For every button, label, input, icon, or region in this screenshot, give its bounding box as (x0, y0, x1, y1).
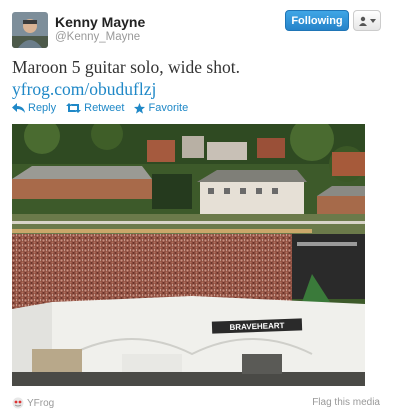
reply-button[interactable]: Reply (12, 102, 56, 114)
avatar[interactable] (12, 12, 48, 48)
avatar-photo (12, 12, 48, 48)
media-source-label: YFrog (27, 397, 55, 409)
user-icon (359, 16, 367, 26)
yfrog-logo-icon (12, 397, 24, 409)
reply-label: Reply (28, 102, 57, 114)
tweet-link[interactable]: yfrog.com/obuduflzj (12, 78, 156, 100)
retweet-button[interactable]: Retweet (66, 102, 124, 114)
tweet-photo[interactable]: BRAVEHEART (12, 124, 365, 386)
star-icon (134, 102, 146, 114)
tweet-body: Maroon 5 guitar solo, wide shot. (12, 57, 240, 77)
chevron-down-icon (370, 18, 376, 23)
tweet-text: Maroon 5 guitar solo, wide shot. yfrog.c… (12, 56, 382, 100)
concert-crowd-photo: BRAVEHEART (12, 124, 365, 386)
reply-icon (12, 103, 25, 113)
retweet-label: Retweet (84, 102, 125, 114)
retweet-icon (66, 103, 82, 113)
display-name[interactable]: Kenny Mayne (55, 14, 145, 30)
flag-media-link[interactable]: Flag this media (312, 397, 380, 408)
user-menu-button[interactable] (353, 10, 381, 31)
username[interactable]: @Kenny_Mayne (55, 31, 140, 43)
favorite-label: Favorite (148, 102, 189, 114)
tweet-actions: Reply Retweet Favorite (12, 102, 188, 114)
following-button[interactable]: Following (285, 10, 349, 31)
favorite-button[interactable]: Favorite (134, 102, 188, 114)
photo-banner-text: BRAVEHEART (229, 321, 284, 332)
media-source[interactable]: YFrog (12, 397, 54, 409)
